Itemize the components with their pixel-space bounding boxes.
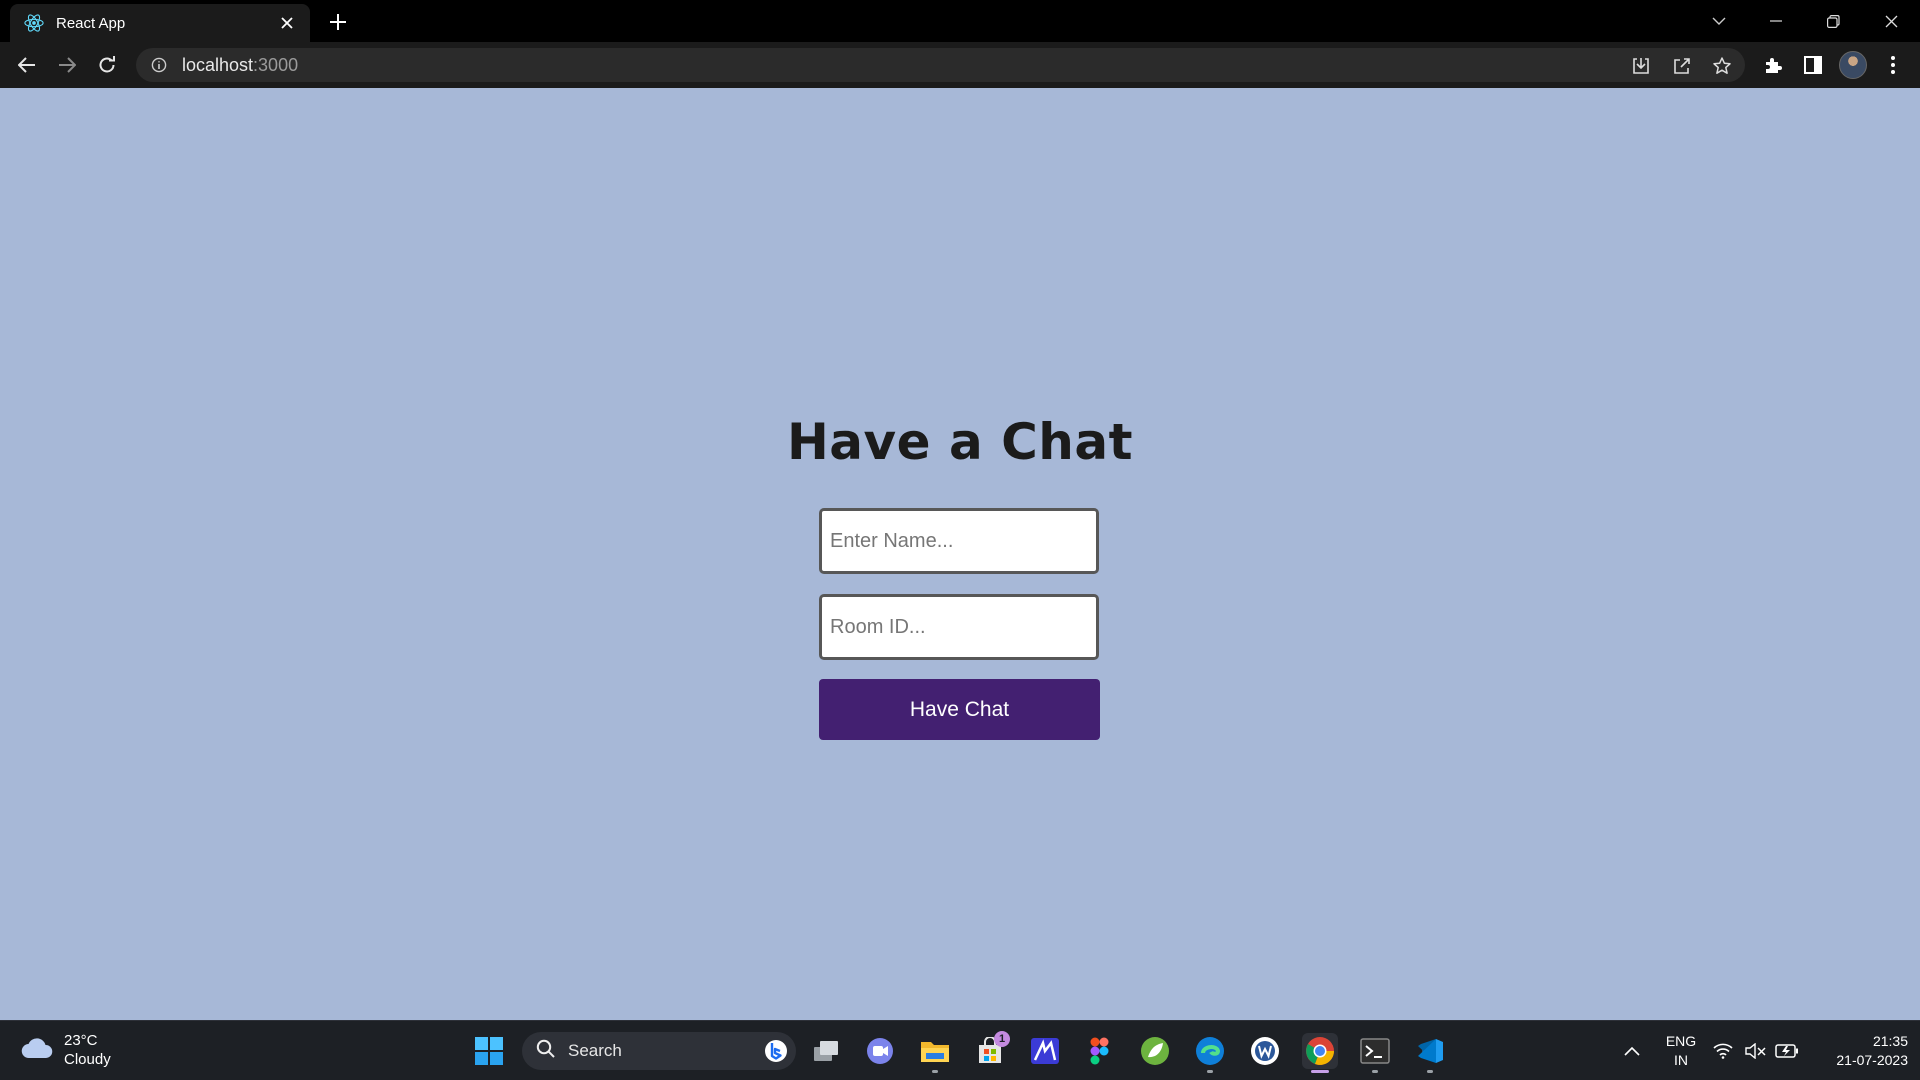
bing-icon[interactable] [764,1039,788,1068]
tray-overflow-chevron-icon[interactable] [1614,1033,1650,1069]
room-id-input[interactable] [819,594,1099,660]
windows-start-icon[interactable] [471,1033,507,1069]
address-bar[interactable]: localhost:3000 [136,48,1745,82]
profile-avatar[interactable] [1839,51,1867,79]
active-indicator [1311,1070,1329,1073]
side-panel-icon[interactable] [1798,50,1828,80]
extensions-puzzle-icon[interactable] [1758,50,1788,80]
site-info-icon[interactable] [150,56,168,74]
wifi-icon[interactable] [1708,1033,1738,1069]
running-indicator [1207,1070,1213,1073]
notification-badge: 1 [994,1031,1010,1047]
taskbar-search[interactable]: Search [522,1032,796,1070]
clock-time: 21:35 [1872,1033,1908,1049]
teams-chat-icon[interactable] [862,1033,898,1069]
name-input[interactable] [819,508,1099,574]
tab-search-chevron-icon[interactable] [1704,6,1734,36]
bookmark-star-icon[interactable] [1711,55,1733,77]
weather-widget[interactable]: 23°C Cloudy [20,1031,111,1069]
search-icon [536,1039,556,1064]
weather-desc: Cloudy [64,1051,111,1068]
browser-toolbar: localhost:3000 [0,42,1920,88]
url-host: localhost [182,54,254,75]
close-tab-icon[interactable] [276,12,298,34]
clock[interactable]: 21:35 21-07-2023 [1812,1032,1908,1070]
language-indicator[interactable]: ENG IN [1656,1032,1706,1070]
spring-tool-icon[interactable] [1137,1033,1173,1069]
url-text[interactable]: localhost:3000 [182,55,298,76]
reload-icon[interactable] [92,50,122,80]
minimize-icon[interactable] [1761,6,1791,36]
clock-date: 21-07-2023 [1836,1052,1908,1068]
language-region: IN [1674,1052,1688,1068]
page-viewport: Have a Chat Have Chat [0,88,1920,1020]
react-logo-icon [24,13,44,33]
page-title: Have a Chat [786,413,1134,471]
cloud-icon [20,1036,54,1065]
forward-arrow-icon[interactable] [52,50,82,80]
vscode-icon[interactable] [1412,1033,1448,1073]
edge-browser-icon[interactable] [1192,1033,1228,1073]
language-primary: ENG [1665,1033,1697,1049]
restore-icon[interactable] [1818,6,1848,36]
tab-title: React App [56,14,126,32]
close-window-icon[interactable] [1876,6,1906,36]
chrome-browser-icon[interactable] [1302,1033,1338,1073]
volume-muted-icon[interactable] [1741,1033,1771,1069]
share-icon[interactable] [1671,55,1693,77]
word-app-icon[interactable] [1247,1033,1283,1069]
dev-app-icon[interactable] [1027,1033,1063,1069]
back-arrow-icon[interactable] [12,50,42,80]
browser-tab[interactable]: React App [10,4,310,42]
task-view-icon[interactable] [808,1033,844,1069]
running-indicator [1427,1070,1433,1073]
tab-strip: React App [0,0,1920,42]
weather-temp: 23°C [64,1032,98,1049]
figma-icon[interactable] [1082,1033,1118,1069]
terminal-icon[interactable] [1357,1033,1393,1073]
battery-charging-icon[interactable] [1772,1033,1802,1069]
more-menu-icon[interactable] [1878,50,1908,80]
windows-taskbar: 23°C Cloudy Search 1 ENG IN 21:35 21-07-… [0,1020,1920,1080]
microsoft-store-icon[interactable]: 1 [972,1031,1010,1069]
running-indicator [1372,1070,1378,1073]
install-app-icon[interactable] [1630,55,1652,77]
search-label: Search [568,1041,622,1060]
file-explorer-icon[interactable] [917,1033,953,1073]
running-indicator [932,1070,938,1073]
new-tab-icon[interactable] [325,9,351,35]
have-chat-button[interactable]: Have Chat [819,679,1100,740]
url-port: :3000 [253,54,299,75]
